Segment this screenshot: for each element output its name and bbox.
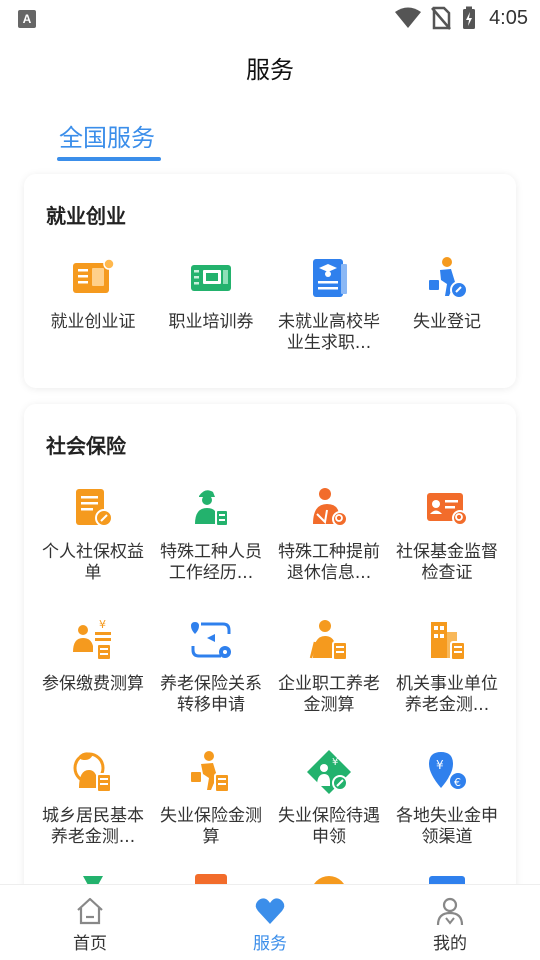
nav-label: 我的 xyxy=(433,934,467,954)
unemployment-calc-icon xyxy=(191,751,230,793)
battery-charging-icon xyxy=(463,6,476,29)
service-item[interactable]: 特殊工种提前退休信息... xyxy=(270,484,388,584)
section-title: 就业创业 xyxy=(46,204,126,228)
location-money-icon: ¥ € xyxy=(429,752,468,791)
service-label: 企业职工养老金测算 xyxy=(278,674,380,715)
wifi-icon xyxy=(395,7,422,28)
service-item[interactable]: 企业职工养老金测算 xyxy=(270,616,388,716)
no-sim-icon xyxy=(431,6,452,30)
service-label: 职业培训券 xyxy=(168,312,254,332)
service-item[interactable]: ¥ 失业保险待遇申领 xyxy=(270,748,388,848)
tab-national-services[interactable]: 全国服务 xyxy=(57,118,161,161)
svg-text:¥: ¥ xyxy=(99,618,106,631)
service-label: 城乡居民基本养老金测... xyxy=(42,806,144,847)
svg-text:¥: ¥ xyxy=(436,758,444,772)
service-item[interactable]: 机关事业单位养老金测... xyxy=(388,616,506,716)
service-item[interactable]: 特殊工种人员工作经历... xyxy=(152,484,270,584)
heart-icon xyxy=(255,898,285,924)
service-item[interactable]: 就业创业证 xyxy=(34,254,152,354)
nav-home[interactable]: 首页 xyxy=(0,885,180,960)
section-employment: 就业创业 就业创业证 职业培训券 未就业高校毕业生求职... 失业登记 xyxy=(24,174,516,388)
service-label: 社保基金监督检查证 xyxy=(396,542,498,583)
nav-label: 首页 xyxy=(73,934,107,954)
nav-profile[interactable]: 我的 xyxy=(360,885,540,960)
service-label: 参保缴费测算 xyxy=(42,674,144,694)
service-item[interactable]: 养老保险关系转移申请 xyxy=(152,616,270,716)
service-label: 就业创业证 xyxy=(50,312,136,332)
building-calc-icon xyxy=(431,622,466,661)
page-title: 服务 xyxy=(246,56,294,84)
service-label: 未就业高校毕业生求职... xyxy=(278,312,380,353)
service-item[interactable]: ¥ € 各地失业金申领渠道 xyxy=(388,748,506,848)
service-label: 机关事业单位养老金测... xyxy=(396,674,498,715)
service-item[interactable]: 未就业高校毕业生求职... xyxy=(270,254,388,354)
service-label: 失业登记 xyxy=(413,312,481,332)
service-item[interactable]: 城乡居民基本养老金测... xyxy=(34,748,152,848)
transfer-icon xyxy=(191,622,231,658)
service-label: 失业保险待遇申领 xyxy=(278,806,380,847)
profile-icon xyxy=(436,897,464,926)
service-label: 失业保险金测算 xyxy=(160,806,262,847)
graduate-icon xyxy=(313,259,347,297)
training-ticket-icon xyxy=(191,265,231,291)
service-label: 特殊工种提前退休信息... xyxy=(278,542,380,583)
service-label: 养老保险关系转移申请 xyxy=(160,674,262,715)
service-item[interactable]: 失业登记 xyxy=(388,254,506,354)
svg-text:€: € xyxy=(454,776,461,789)
tab-underline xyxy=(57,157,161,161)
bottom-nav: 首页 服务 我的 xyxy=(0,884,540,960)
clock: 4:05 xyxy=(489,6,528,29)
status-bar: A 4:05 xyxy=(0,0,540,36)
document-icon xyxy=(76,489,113,527)
payment-calc-icon: ¥ xyxy=(73,618,112,661)
svg-text:¥: ¥ xyxy=(332,757,338,768)
section-title: 社会保险 xyxy=(46,434,126,458)
service-item[interactable]: 失业保险金测算 xyxy=(152,748,270,848)
certificate-icon xyxy=(73,258,115,293)
status-icons: 4:05 xyxy=(395,6,528,30)
service-item[interactable]: 职业培训券 xyxy=(152,254,270,354)
id-card-icon xyxy=(427,493,468,526)
home-icon xyxy=(77,897,103,925)
service-grid: 就业创业证 职业培训券 未就业高校毕业生求职... 失业登记 xyxy=(34,254,506,354)
service-label: 特殊工种人员工作经历... xyxy=(160,542,262,583)
benefit-claim-icon: ¥ xyxy=(307,750,351,794)
notification-icon: A xyxy=(18,10,36,28)
service-item[interactable]: 社保基金监督检查证 xyxy=(388,484,506,584)
nav-services[interactable]: 服务 xyxy=(180,885,360,960)
tab-label: 全国服务 xyxy=(59,124,155,152)
service-grid: 个人社保权益单 特殊工种人员工作经历... 特殊工种提前退休信息... 社保基金… xyxy=(34,484,506,848)
service-item[interactable]: 个人社保权益单 xyxy=(34,484,152,584)
nav-label: 服务 xyxy=(253,934,287,954)
worker-search-icon xyxy=(313,488,348,527)
section-social-insurance: 社会保险 个人社保权益单 特殊工种人员工作经历... 特殊工种提前退休信息...… xyxy=(24,404,516,960)
service-label: 各地失业金申领渠道 xyxy=(396,806,498,847)
service-item[interactable]: ¥ 参保缴费测算 xyxy=(34,616,152,716)
unemployment-register-icon xyxy=(429,257,468,299)
resident-calc-icon xyxy=(73,752,112,793)
worker-icon xyxy=(195,490,229,527)
service-label: 个人社保权益单 xyxy=(42,542,144,583)
elder-calc-icon xyxy=(309,620,348,661)
